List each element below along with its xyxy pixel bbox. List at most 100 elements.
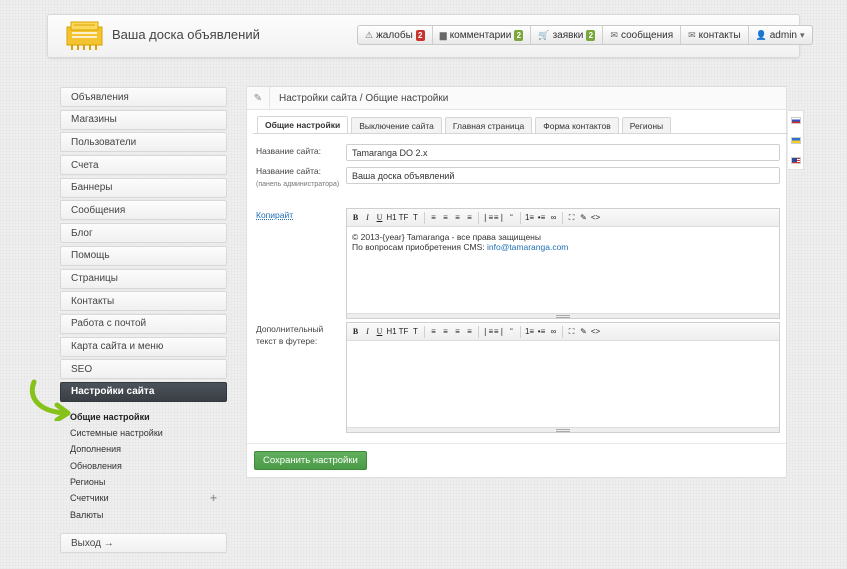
cart-icon: 🛒 [538, 29, 550, 40]
copyright-line-1: © 2013-{year} Tamaranga - все права защи… [352, 232, 541, 242]
submenu-currencies[interactable]: Валюты [70, 506, 227, 522]
site-title[interactable]: Ваша доска объявлений [112, 27, 260, 42]
heading-icon[interactable]: H1 [386, 211, 397, 224]
italic-icon[interactable]: I [362, 325, 373, 338]
copyright-label[interactable]: Копирайт [256, 209, 293, 221]
flag-ru-icon[interactable] [791, 117, 801, 124]
footer-text-body[interactable] [347, 341, 779, 351]
editor-resize-handle[interactable] [347, 427, 779, 432]
site-name-admin-input[interactable]: Ваша доска объявлений [346, 167, 780, 184]
font-icon[interactable]: TF [398, 211, 409, 224]
submenu-addons-label: Дополнения [70, 444, 121, 455]
code-icon[interactable]: <> [590, 325, 601, 338]
submenu-updates[interactable]: Обновления [70, 458, 227, 474]
ordered-list-icon[interactable]: 1≡ [524, 325, 535, 338]
text-color-icon[interactable]: T [410, 211, 421, 224]
align-justify-icon[interactable]: ≡ [464, 325, 475, 338]
edit-icon: ✎ [247, 86, 270, 110]
copyright-editor[interactable]: B I U H1 TF T ≡ ≡ ≡ ≡ ❘≡ ≡❘ “ 1≡ •≡ ∞ ⛶ … [346, 208, 780, 319]
align-justify-icon[interactable]: ≡ [464, 211, 475, 224]
italic-icon[interactable]: I [362, 211, 373, 224]
copyright-line-2-prefix: По вопросам приобретения CMS: [352, 242, 487, 252]
eraser-icon[interactable]: ✎ [578, 211, 589, 224]
unordered-list-icon[interactable]: •≡ [536, 211, 547, 224]
editor-resize-handle[interactable] [347, 313, 779, 318]
submenu-currencies-label: Валюты [70, 509, 104, 520]
user-menu[interactable]: 👤 admin ▾ [749, 26, 812, 44]
save-settings-button[interactable]: Сохранить настройки [254, 451, 367, 470]
sidebar-item-listings[interactable]: Объявления [60, 87, 227, 107]
nav-requests[interactable]: 🛒 заявки 2 [531, 26, 604, 44]
nav-comments[interactable]: ▆ комментарии 2 [433, 26, 532, 44]
footer-text-label: Дополнительный текст в футере: [256, 324, 324, 346]
align-center-icon[interactable]: ≡ [440, 325, 451, 338]
heading-icon[interactable]: H1 [386, 325, 397, 338]
footer-text-editor[interactable]: B I U H1 TF T ≡ ≡ ≡ ≡ ❘≡ ≡❘ “ 1≡ •≡ ∞ ⛶ … [346, 322, 780, 433]
sidebar-item-pages[interactable]: Страницы [60, 268, 227, 289]
sidebar-item-help[interactable]: Помощь [60, 245, 227, 266]
tab-general[interactable]: Общие настройки [257, 116, 349, 133]
align-right-icon[interactable]: ≡ [452, 211, 463, 224]
green-arrow-icon [30, 379, 71, 421]
outdent-icon[interactable]: ❘≡ [482, 325, 493, 338]
indent-icon[interactable]: ≡❘ [494, 211, 505, 224]
eraser-icon[interactable]: ✎ [578, 325, 589, 338]
align-left-icon[interactable]: ≡ [428, 325, 439, 338]
bold-icon[interactable]: B [350, 211, 361, 224]
submenu-addons[interactable]: Дополнения [70, 441, 227, 457]
tab-regions[interactable]: Регионы [621, 117, 672, 133]
link-icon[interactable]: ∞ [548, 325, 559, 338]
nav-contacts[interactable]: ✉ контакты [681, 26, 749, 44]
submenu-counters[interactable]: Счетчики + [70, 490, 227, 506]
fullscreen-icon[interactable]: ⛶ [566, 211, 577, 224]
code-icon[interactable]: <> [590, 211, 601, 224]
top-header: Ваша доска объявлений ⚠ жалобы 2 ▆ комме… [47, 14, 813, 58]
quote-icon[interactable]: “ [506, 325, 517, 338]
nav-messages-label: сообщения [620, 29, 674, 41]
outdent-icon[interactable]: ❘≡ [482, 211, 493, 224]
font-icon[interactable]: TF [398, 325, 409, 338]
sidebar-item-users[interactable]: Пользователи [60, 132, 227, 153]
copyright-text[interactable]: © 2013-{year} Tamaranga - все права защи… [347, 227, 779, 257]
ordered-list-icon[interactable]: 1≡ [524, 211, 535, 224]
sidebar-item-contacts[interactable]: Контакты [60, 291, 227, 312]
submenu-regions[interactable]: Регионы [70, 474, 227, 490]
flag-us-icon[interactable] [791, 157, 801, 164]
link-icon[interactable]: ∞ [548, 211, 559, 224]
underline-icon[interactable]: U [374, 325, 385, 338]
language-switcher [788, 110, 804, 170]
sidebar-item-shops[interactable]: Магазины [60, 109, 227, 130]
tab-home-page[interactable]: Главная страница [444, 117, 533, 133]
align-center-icon[interactable]: ≡ [440, 211, 451, 224]
nav-complaints[interactable]: ⚠ жалобы 2 [358, 26, 433, 44]
submenu-general[interactable]: Общие настройки [70, 409, 227, 425]
site-name-input[interactable]: Tamaranga DO 2.x [346, 144, 780, 161]
indent-icon[interactable]: ≡❘ [494, 325, 505, 338]
sidebar-item-blog[interactable]: Блог [60, 223, 227, 244]
tab-contact-form[interactable]: Форма контактов [535, 117, 619, 133]
sidebar-item-banners[interactable]: Баннеры [60, 177, 227, 198]
text-color-icon[interactable]: T [410, 325, 421, 338]
fullscreen-icon[interactable]: ⛶ [566, 325, 577, 338]
bold-icon[interactable]: B [350, 325, 361, 338]
underline-icon[interactable]: U [374, 211, 385, 224]
sidebar-item-seo[interactable]: SEO [60, 359, 227, 380]
logo-icon[interactable] [65, 21, 104, 51]
align-right-icon[interactable]: ≡ [452, 325, 463, 338]
flag-ua-icon[interactable] [791, 137, 801, 144]
nav-messages[interactable]: ✉ сообщения [603, 26, 682, 44]
user-menu-label: admin [769, 29, 797, 41]
submenu-system[interactable]: Системные настройки [70, 425, 227, 441]
tab-site-off[interactable]: Выключение сайта [351, 117, 442, 133]
sidebar-item-bills[interactable]: Счета [60, 155, 227, 176]
unordered-list-icon[interactable]: •≡ [536, 325, 547, 338]
align-left-icon[interactable]: ≡ [428, 211, 439, 224]
quote-icon[interactable]: “ [506, 211, 517, 224]
logout-button[interactable]: Выход → [60, 533, 227, 553]
sidebar-item-mail[interactable]: Работа с почтой [60, 313, 227, 334]
sidebar-item-sitemap[interactable]: Карта сайта и меню [60, 336, 227, 357]
sidebar-item-settings[interactable]: Настройки сайта [60, 381, 227, 402]
plus-icon[interactable]: + [210, 491, 217, 505]
sidebar-item-messages[interactable]: Сообщения [60, 200, 227, 221]
copyright-email-link[interactable]: info@tamaranga.com [487, 242, 568, 252]
